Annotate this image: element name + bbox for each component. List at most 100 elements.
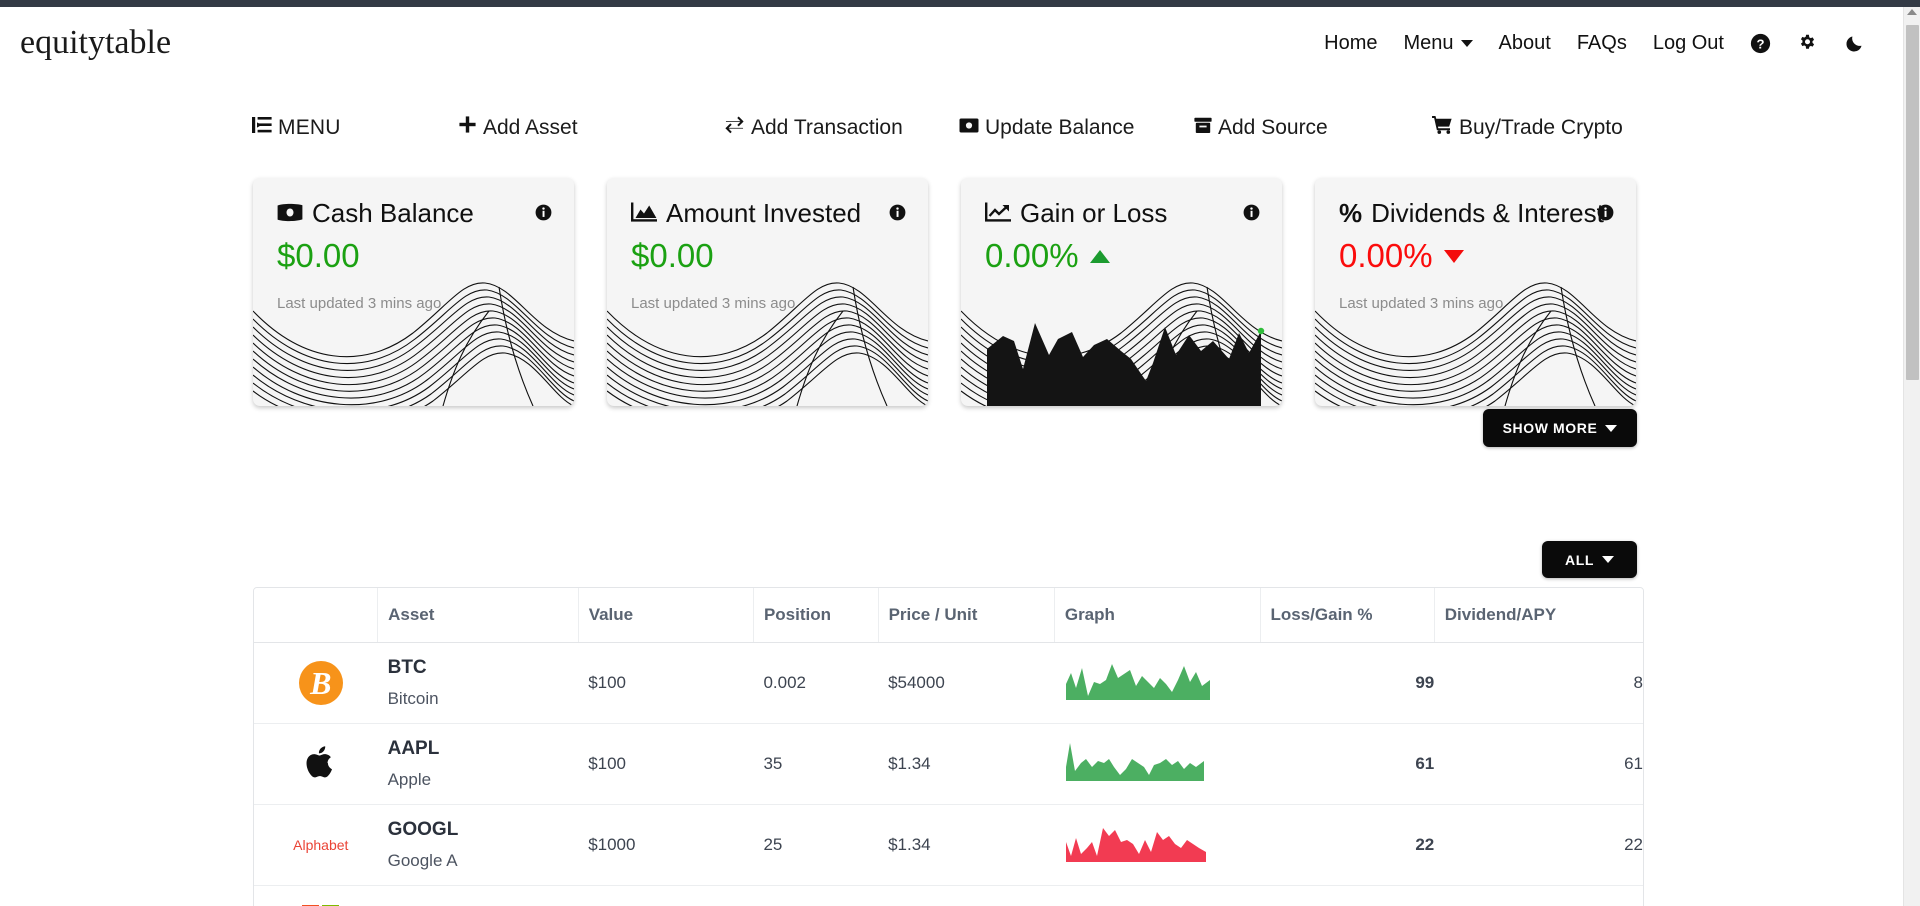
gear-icon[interactable] — [1797, 33, 1818, 54]
quick-action-bar: MENU Add Asset Add Transaction Update Ba… — [0, 115, 1903, 140]
card-sparkline — [987, 323, 1265, 406]
trend-up-icon — [1089, 249, 1110, 263]
summary-card-gain-or-loss[interactable]: Gain or Loss 0.00% — [961, 178, 1282, 406]
assets-table: Asset Value Position Price / Unit Graph … — [254, 588, 1643, 906]
asset-sparkline-cell — [1054, 642, 1260, 724]
moon-icon[interactable] — [1844, 33, 1865, 54]
asset-position: 0.002 — [753, 642, 879, 724]
nav-link-about[interactable]: About — [1499, 32, 1551, 55]
summary-card-dividends-interest[interactable]: % Dividends & Interest 0.00% Last update… — [1315, 178, 1636, 406]
info-icon[interactable] — [535, 204, 552, 226]
column-header-asset[interactable]: Asset — [377, 588, 579, 643]
card-value-row: 0.00% — [985, 238, 1260, 274]
card-value-row: 0.00% — [1339, 237, 1614, 274]
archive-box-icon — [1194, 116, 1212, 140]
navbar-links: Home Menu About FAQs Log Out ? — [1324, 32, 1903, 55]
summary-card-amount-invested[interactable]: Amount Invested $0.00 Last updated 3 min… — [607, 178, 928, 406]
asset-loss-gain: 61 — [1260, 723, 1435, 805]
asset-loss-gain: 99 — [1260, 642, 1435, 724]
brand-logo[interactable]: equitytable — [20, 24, 171, 62]
asset-sparkline-cell — [1054, 723, 1260, 805]
indent-menu-icon — [252, 116, 272, 140]
asset-sparkline — [1066, 827, 1207, 862]
table-row[interactable]: MSFT $1000 27 $1.34 53 53 — [254, 885, 1643, 906]
asset-sparkline — [1066, 742, 1205, 781]
asset-dividend-apy: 8 — [1434, 642, 1643, 724]
show-more-label: SHOW MORE — [1502, 420, 1598, 436]
quick-action-add-source[interactable]: Add Source — [1194, 116, 1432, 140]
chevron-down-icon — [1460, 39, 1473, 47]
column-header-graph[interactable]: Graph — [1054, 588, 1261, 643]
asset-loss-gain: 22 — [1260, 804, 1435, 886]
asset-logo-cell — [254, 885, 378, 906]
quick-action-buy-trade-crypto[interactable]: Buy/Trade Crypto — [1432, 115, 1623, 140]
card-title-row: % Dividends & Interest — [1339, 200, 1614, 226]
asset-name: Apple — [387, 770, 432, 789]
table-row[interactable]: B BTC Bitcoin $100 0.002 $54000 99 8 — [254, 642, 1643, 724]
quick-action-update-balance-label: Update Balance — [985, 116, 1135, 139]
info-icon[interactable] — [1243, 204, 1260, 226]
apple-logo-icon — [306, 744, 336, 785]
table-row[interactable]: Alphabet GOOGL Google A $1000 25 $1.34 2 — [254, 804, 1643, 886]
all-filter-dropdown[interactable]: ALL — [1542, 541, 1637, 578]
card-value-row: $0.00 — [277, 237, 552, 274]
asset-name: Google A — [387, 851, 458, 870]
column-header-price-unit[interactable]: Price / Unit — [878, 588, 1055, 643]
asset-sparkline — [1066, 663, 1211, 700]
nav-link-faqs[interactable]: FAQs — [1577, 32, 1627, 55]
card-title: Gain or Loss — [1020, 198, 1168, 228]
app-root: equitytable Home Menu About FAQs Log Out — [0, 0, 1920, 906]
column-header-logo[interactable] — [254, 588, 379, 643]
scrollbar-thumb[interactable] — [1906, 25, 1919, 380]
asset-loss-gain: 53 — [1260, 885, 1435, 906]
asset-sparkline-cell — [1054, 804, 1260, 886]
column-header-loss-gain[interactable]: Loss/Gain % — [1260, 588, 1435, 643]
nav-link-menu-label: Menu — [1403, 31, 1454, 54]
asset-logo-cell: B — [254, 642, 378, 724]
summary-card-cash-balance[interactable]: Cash Balance $0.00 Last updated 3 mins a… — [253, 178, 574, 406]
quick-action-update-balance[interactable]: Update Balance — [959, 116, 1194, 140]
asset-cell: MSFT — [377, 885, 579, 906]
show-more-button[interactable]: SHOW MORE — [1483, 409, 1637, 447]
asset-cell: BTC Bitcoin — [377, 642, 579, 724]
card-title-row: Cash Balance — [277, 200, 552, 226]
card-value: $0.00 — [277, 237, 360, 274]
asset-price-per-unit: $1.34 — [878, 804, 1055, 886]
money-bill-icon — [277, 200, 303, 226]
exchange-arrows-icon — [724, 115, 745, 140]
info-icon[interactable] — [1597, 204, 1614, 226]
card-title: Cash Balance — [312, 198, 474, 228]
quick-action-add-transaction[interactable]: Add Transaction — [724, 115, 959, 140]
asset-symbol: GOOGL — [387, 819, 459, 840]
page-scrollbar[interactable] — [1903, 7, 1920, 906]
column-header-dividend[interactable]: Dividend/APY — [1434, 588, 1643, 643]
nav-link-menu[interactable]: Menu — [1404, 32, 1473, 55]
scroll-up-arrow-icon[interactable] — [1907, 9, 1917, 15]
nav-link-logout-label: Log Out — [1652, 31, 1724, 54]
nav-link-home[interactable]: Home — [1324, 32, 1377, 55]
quick-action-add-asset[interactable]: Add Asset — [458, 115, 724, 140]
asset-dividend-apy: 22 — [1434, 804, 1643, 886]
asset-value: $1000 — [578, 885, 754, 906]
asset-sparkline — [1064, 900, 1216, 906]
card-value: $0.00 — [631, 237, 714, 274]
card-subtitle: Last updated 3 mins ago — [1339, 294, 1504, 312]
assets-table-container: Asset Value Position Price / Unit Graph … — [253, 587, 1644, 906]
area-chart-icon — [631, 200, 657, 226]
asset-name: Bitcoin — [387, 689, 439, 708]
quick-action-menu[interactable]: MENU — [252, 116, 458, 140]
asset-sparkline-cell — [1054, 885, 1260, 906]
table-row[interactable]: AAPL Apple $100 35 $1.34 61 61 — [254, 723, 1643, 805]
card-value: 0.00% — [1339, 237, 1433, 274]
asset-position: 25 — [753, 804, 879, 886]
column-header-position[interactable]: Position — [753, 588, 879, 643]
asset-value: $100 — [578, 642, 754, 724]
column-header-value[interactable]: Value — [578, 588, 754, 643]
bitcoin-logo-icon: B — [298, 661, 343, 705]
help-circle-icon[interactable]: ? — [1750, 33, 1771, 54]
info-icon[interactable] — [889, 204, 906, 226]
quick-action-menu-label: MENU — [278, 116, 341, 139]
summary-cards: Cash Balance $0.00 Last updated 3 mins a… — [253, 178, 1636, 406]
nav-link-logout[interactable]: Log Out — [1653, 32, 1724, 55]
card-title: Dividends & Interest — [1371, 198, 1604, 228]
